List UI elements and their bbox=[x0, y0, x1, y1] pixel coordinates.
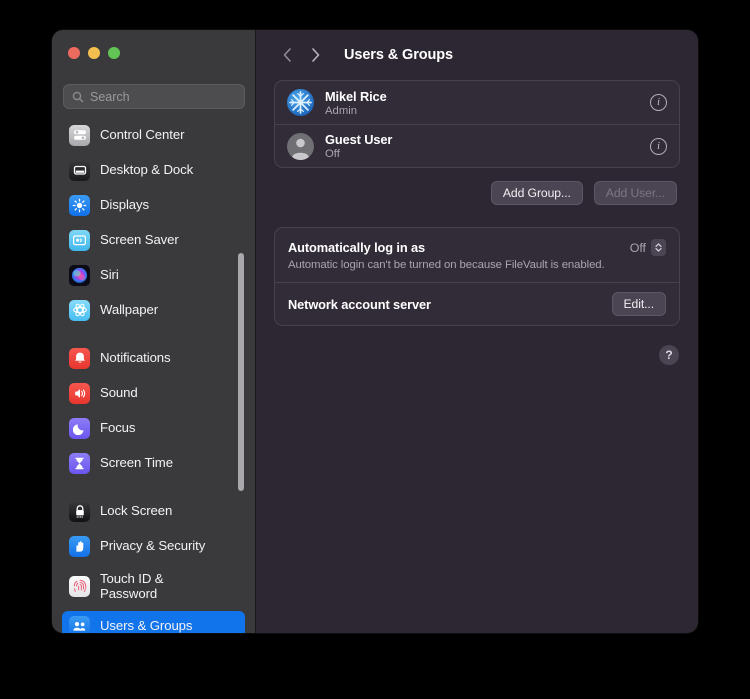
sidebar-item-screen-saver[interactable]: Screen Saver bbox=[62, 225, 245, 255]
desktop-dock-icon bbox=[69, 159, 90, 181]
auto-login-popup[interactable]: Off bbox=[630, 239, 666, 256]
sidebar-item-label: Touch ID & Password bbox=[100, 570, 164, 601]
displays-icon bbox=[69, 194, 90, 216]
siri-icon bbox=[69, 264, 90, 286]
auto-login-value: Off bbox=[629, 240, 646, 255]
sidebar-group: Control Center Desktop & Dock Displays Scre… bbox=[52, 120, 255, 325]
content-area: Mikel Rice Admin i Guest User Off i Add Group… bbox=[256, 80, 698, 365]
sidebar-item-label: Screen Saver bbox=[100, 232, 179, 248]
add-user-button[interactable]: Add User... bbox=[593, 181, 677, 205]
sidebar-item-label: Notifications bbox=[100, 350, 171, 366]
sidebar-item-focus[interactable]: Focus bbox=[62, 413, 245, 443]
focus-icon bbox=[69, 417, 90, 439]
lock-screen-icon bbox=[69, 500, 90, 522]
sidebar-item-sound[interactable]: Sound bbox=[62, 378, 245, 408]
user-row[interactable]: Guest User Off i bbox=[275, 124, 679, 167]
privacy-security-icon bbox=[69, 535, 90, 557]
sidebar-group: Notifications Sound Focus Screen Time bbox=[52, 343, 255, 478]
sidebar-item-control-center[interactable]: Control Center bbox=[62, 120, 245, 150]
sidebar-group: Lock Screen Privacy & Security Touch ID & … bbox=[52, 496, 255, 633]
sidebar-item-lock-screen[interactable]: Lock Screen bbox=[62, 496, 245, 526]
user-name: Guest User bbox=[325, 132, 393, 147]
users-list: Mikel Rice Admin i Guest User Off i bbox=[274, 80, 680, 168]
user-row[interactable]: Mikel Rice Admin i bbox=[275, 81, 679, 124]
sidebar-item-label: Control Center bbox=[100, 127, 185, 143]
notifications-icon bbox=[69, 347, 90, 369]
sidebar-item-siri[interactable]: Siri bbox=[62, 260, 245, 290]
login-settings-card: Automatically log in as Off Automatic lo… bbox=[274, 227, 680, 326]
toolbar: Users & Groups bbox=[256, 30, 698, 80]
search-field[interactable] bbox=[63, 84, 245, 109]
main-panel: Users & Groups Mikel Rice Admin i Guest Use… bbox=[256, 30, 698, 633]
search-icon bbox=[72, 91, 84, 103]
sidebar-item-label: Displays bbox=[100, 197, 150, 213]
chevron-up-down-icon bbox=[651, 239, 666, 256]
info-icon[interactable]: i bbox=[650, 94, 667, 111]
help-row: ? bbox=[274, 345, 680, 365]
sidebar-item-users-groups[interactable]: Users & Groups bbox=[62, 611, 245, 633]
user-text: Mikel Rice Admin bbox=[325, 89, 639, 117]
user-status: Admin bbox=[325, 104, 358, 117]
person-avatar bbox=[287, 132, 314, 160]
sidebar-item-label: Sound bbox=[100, 385, 138, 401]
sidebar-item-wallpaper[interactable]: Wallpaper bbox=[62, 295, 245, 325]
user-status: Off bbox=[325, 148, 340, 160]
screen-time-icon bbox=[69, 452, 90, 474]
sidebar-item-displays[interactable]: Displays bbox=[62, 190, 245, 220]
screen-saver-icon bbox=[69, 229, 90, 251]
help-icon[interactable]: ? bbox=[659, 345, 679, 365]
sidebar-item-label: Lock Screen bbox=[100, 503, 173, 519]
user-text: Guest User Off bbox=[325, 132, 639, 160]
sound-icon bbox=[69, 382, 90, 404]
sidebar-item-privacy-security[interactable]: Privacy & Security bbox=[62, 531, 245, 561]
sidebar: Control Center Desktop & Dock Displays Scre… bbox=[52, 30, 256, 633]
sidebar-item-label: Screen Time bbox=[100, 455, 173, 471]
sidebar-item-label: Wallpaper bbox=[100, 302, 158, 318]
sidebar-item-label: Users & Groups bbox=[100, 618, 193, 633]
user-name: Mikel Rice bbox=[325, 88, 387, 104]
sidebar-item-screen-time[interactable]: Screen Time bbox=[62, 448, 245, 478]
minimize-button[interactable] bbox=[88, 47, 100, 59]
sidebar-item-label: Focus bbox=[100, 420, 136, 436]
info-icon[interactable]: i bbox=[650, 137, 667, 155]
action-buttons: Add Group... Add User... bbox=[274, 181, 680, 205]
network-account-label: Network account server bbox=[288, 296, 431, 312]
window-controls bbox=[68, 47, 120, 59]
sidebar-group-separator bbox=[52, 330, 255, 343]
sidebar-item-label: Siri bbox=[100, 267, 119, 283]
zoom-button[interactable] bbox=[108, 47, 120, 59]
sidebar-scrollbar[interactable] bbox=[238, 253, 244, 491]
control-center-icon bbox=[69, 124, 90, 146]
wallpaper-icon bbox=[69, 299, 90, 321]
sidebar-item-label: Privacy & Security bbox=[100, 538, 206, 554]
sidebar-item-label: Desktop & Dock bbox=[100, 162, 194, 178]
auto-login-row: Automatically log in as Off Automatic lo… bbox=[275, 228, 679, 282]
forward-button[interactable] bbox=[302, 42, 328, 68]
users-groups-icon bbox=[69, 615, 90, 633]
snowflake-avatar bbox=[287, 89, 314, 116]
auto-login-label: Automatically log in as bbox=[288, 240, 426, 255]
network-account-edit-button[interactable]: Edit... bbox=[611, 292, 666, 316]
sidebar-nav: Control Center Desktop & Dock Displays Scre… bbox=[52, 120, 255, 633]
sidebar-item-touch-id-password[interactable]: Touch ID & Password bbox=[62, 566, 245, 606]
auto-login-description: Automatic login can't be turned on becau… bbox=[288, 259, 605, 271]
back-button[interactable] bbox=[274, 42, 300, 68]
close-button[interactable] bbox=[68, 47, 80, 59]
sidebar-item-notifications[interactable]: Notifications bbox=[62, 343, 245, 373]
add-group-button[interactable]: Add Group... bbox=[490, 181, 583, 205]
network-account-row: Network account server Edit... bbox=[275, 282, 679, 325]
system-settings-window: Control Center Desktop & Dock Displays Scre… bbox=[52, 30, 698, 633]
touch-id-icon bbox=[69, 575, 90, 597]
page-title: Users & Groups bbox=[344, 47, 453, 63]
search-input[interactable] bbox=[90, 89, 230, 104]
sidebar-group-separator bbox=[52, 483, 255, 496]
sidebar-item-desktop-dock[interactable]: Desktop & Dock bbox=[62, 155, 245, 185]
